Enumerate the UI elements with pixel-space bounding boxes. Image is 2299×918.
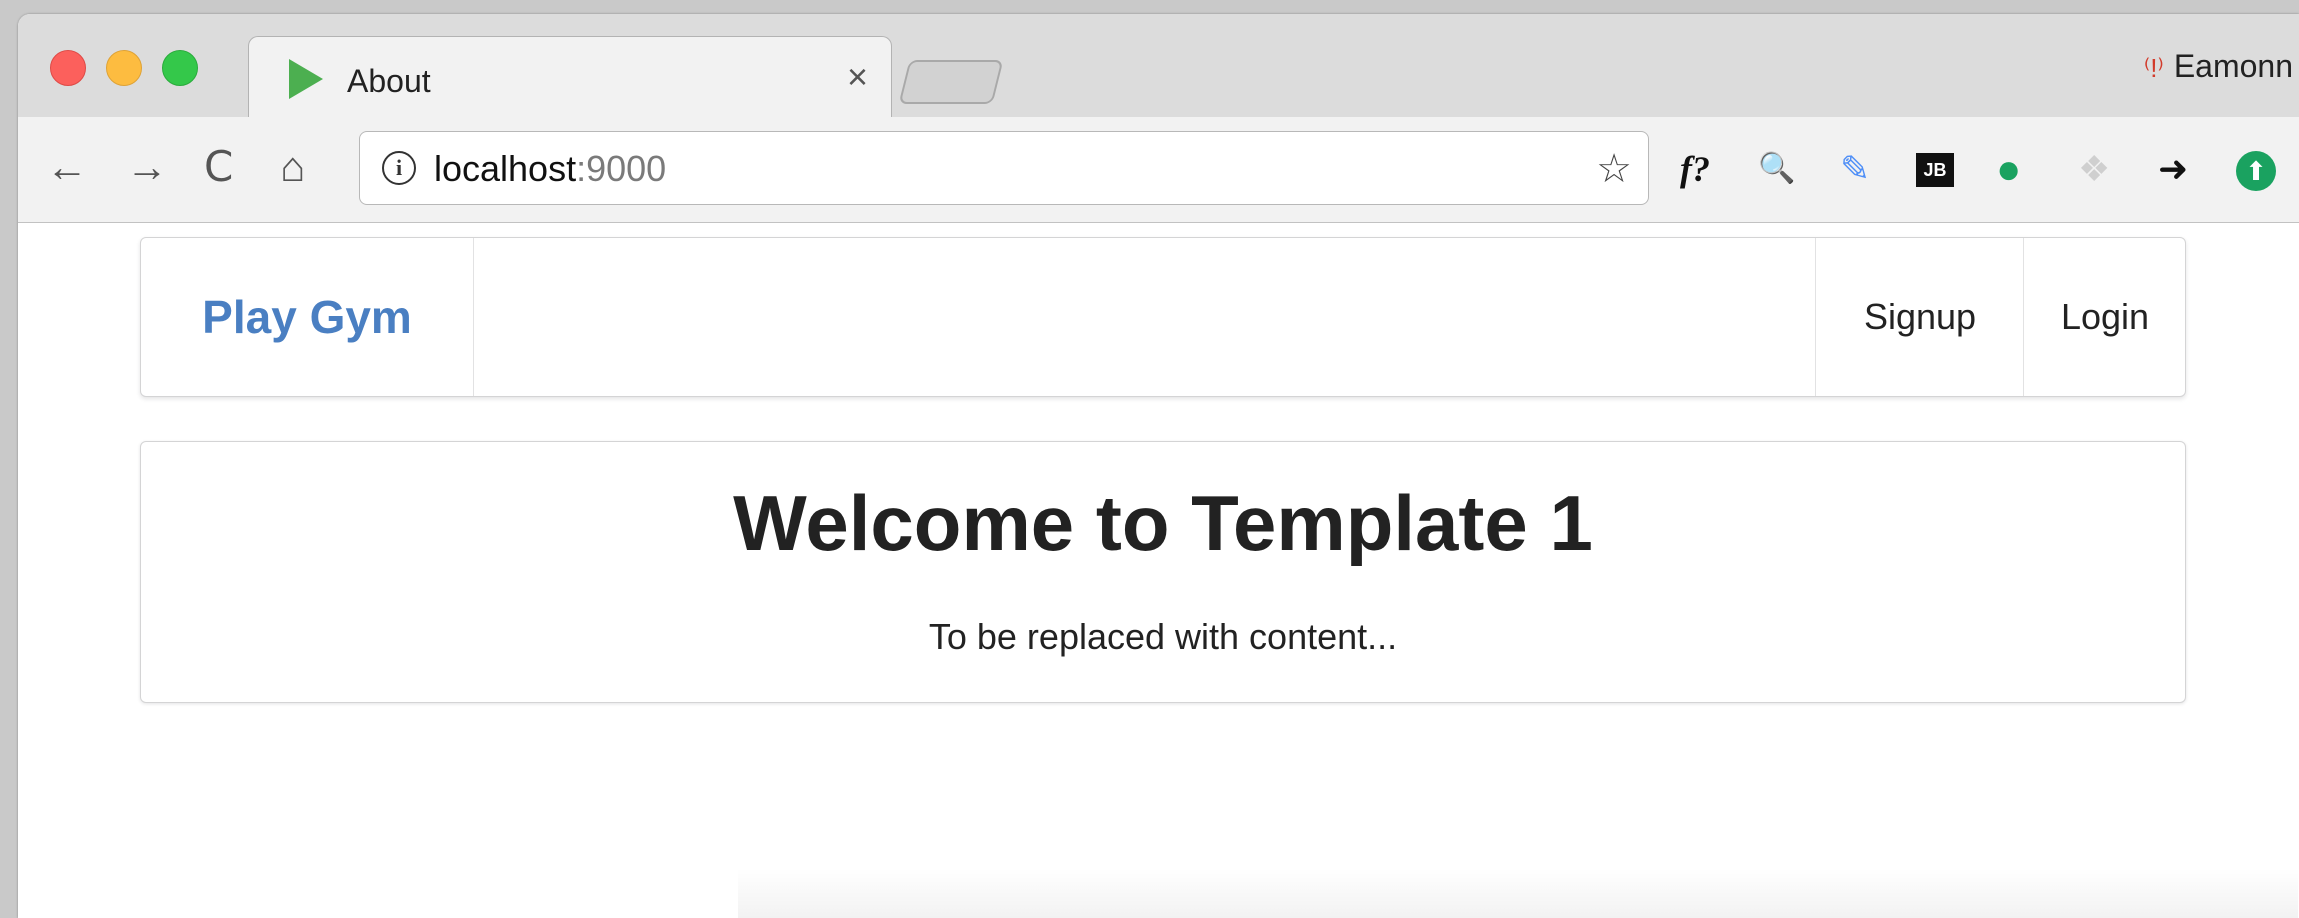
login-link[interactable]: Login (2023, 238, 2186, 396)
dropbox-extension-icon[interactable]: ❖ (2078, 147, 2110, 191)
decorative-shadow (738, 868, 2298, 918)
tab-strip: About × ⁽!⁾ Eamonn (18, 14, 2299, 119)
info-icon[interactable]: i (382, 151, 416, 185)
page-viewport: Play Gym Signup Login Welcome to Templat… (18, 223, 2299, 918)
magnifier-extension-icon[interactable]: 🔍 (1758, 147, 1795, 191)
play-favicon-icon (289, 59, 323, 99)
home-icon[interactable]: ⌂ (280, 143, 305, 191)
profile-button[interactable]: ⁽!⁾ Eamonn (2144, 48, 2293, 85)
eyedropper-extension-icon[interactable]: ✎ (1840, 147, 1870, 191)
bookmark-star-icon[interactable]: ☆ (1596, 146, 1632, 192)
url-port: :9000 (576, 148, 667, 189)
new-tab-button[interactable] (898, 60, 1004, 104)
back-arrow-icon[interactable]: ← (46, 143, 88, 191)
profile-icon: ⁽!⁾ (2143, 53, 2164, 83)
browser-window: About × ⁽!⁾ Eamonn ← → C ⌂ i localhost:90… (18, 14, 2299, 918)
tab-title: About (347, 63, 431, 99)
browser-toolbar: ← → C ⌂ i localhost:9000 ☆ f? 🔍 ✎ JB ● ❖… (18, 117, 2299, 223)
close-window-button[interactable] (50, 50, 86, 86)
jetbrains-extension-icon[interactable]: JB (1916, 153, 1954, 187)
forward-arrow-icon[interactable]: → (126, 143, 168, 191)
address-bar[interactable]: i localhost:9000 ☆ (359, 131, 1649, 205)
f-question-extension-icon[interactable]: f? (1680, 147, 1710, 191)
reload-icon[interactable]: C (204, 143, 233, 191)
signup-link[interactable]: Signup (1815, 238, 2024, 396)
profile-name: Eamonn (2173, 48, 2293, 84)
url-host: localhost (434, 148, 577, 189)
upload-extension-icon[interactable]: ⬆ (2236, 151, 2276, 191)
url-text[interactable]: localhost:9000 (434, 148, 666, 190)
minimize-window-button[interactable] (106, 50, 142, 86)
share-arrow-extension-icon[interactable]: ➜ (2158, 147, 2188, 191)
zoom-window-button[interactable] (162, 50, 198, 86)
site-navbar: Play Gym Signup Login (140, 237, 2186, 397)
close-icon[interactable]: × (847, 56, 868, 97)
page-body-text: To be replaced with content... (928, 616, 1398, 657)
brand-link[interactable]: Play Gym (141, 238, 474, 396)
page-title: Welcome to Template 1 (733, 479, 1593, 567)
tab-about[interactable]: About × (248, 36, 892, 119)
welcome-segment: Welcome to Template 1 To be replaced wit… (140, 441, 2186, 703)
chat-extension-icon[interactable]: ● (1996, 147, 2021, 191)
